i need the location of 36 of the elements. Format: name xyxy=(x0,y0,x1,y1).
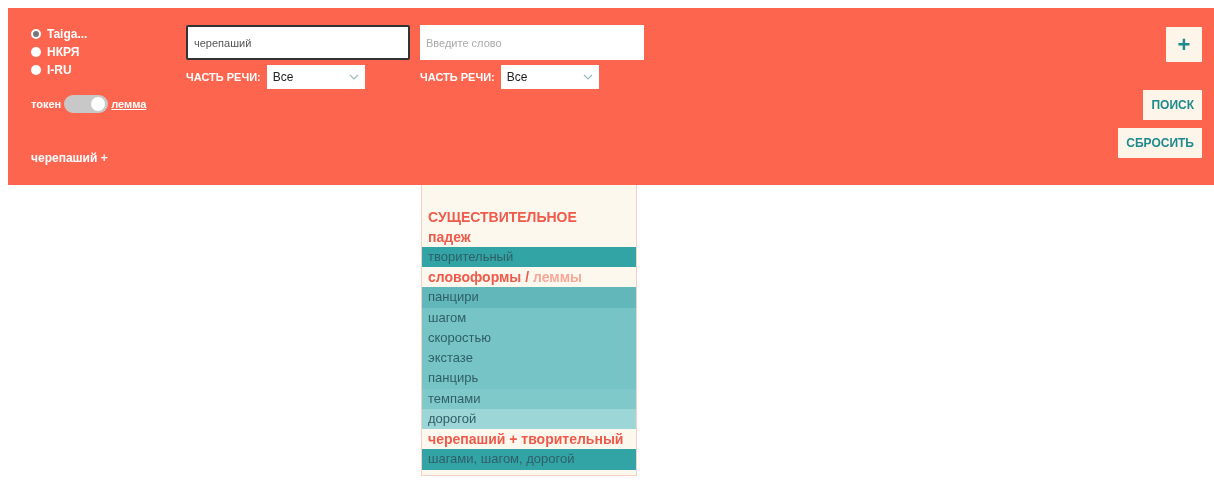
reset-button[interactable]: СБРОСИТЬ xyxy=(1118,128,1202,158)
section-heading: черепаший + творительный xyxy=(427,430,625,450)
toggle-label: токен xyxy=(31,98,62,110)
case-item[interactable]: творительный xyxy=(422,247,636,268)
add-button[interactable]: + xyxy=(1166,27,1202,62)
wordform-item[interactable]: экстазе xyxy=(422,348,636,369)
toggle-label[interactable]: лемма xyxy=(111,98,147,110)
chevron-down-icon xyxy=(582,74,593,80)
chevron-down-icon xyxy=(348,74,359,80)
pos-heading: СУЩЕСТВИТЕЛЬНОЕ xyxy=(427,208,578,227)
radio-label[interactable]: Taiga... xyxy=(47,27,88,41)
radio-button[interactable] xyxy=(31,29,41,39)
radio-button[interactable] xyxy=(31,47,41,57)
wordform-item[interactable]: дорогой xyxy=(422,409,636,430)
word-input-field[interactable]: черепаший xyxy=(186,25,410,60)
query-summary: черепаший + xyxy=(31,151,109,165)
radio-label[interactable]: НКРЯ xyxy=(47,45,80,59)
wordform-item[interactable]: панцири xyxy=(422,287,636,308)
separator: / xyxy=(525,269,530,286)
word-input-field[interactable]: Введите слово xyxy=(420,25,644,60)
radio-button[interactable] xyxy=(31,65,41,75)
pos-dropdown[interactable]: Все xyxy=(500,65,599,89)
toggle-knob[interactable] xyxy=(91,97,106,111)
wordform-item[interactable]: темпами xyxy=(422,388,636,410)
combination-item[interactable]: шагами, шагом, дорогой xyxy=(422,449,636,470)
wordform-item[interactable]: панцирь xyxy=(422,368,636,389)
wordform-item[interactable]: шагом xyxy=(422,307,636,328)
radio-label[interactable]: I-RU xyxy=(47,63,72,77)
wordform-item[interactable]: скоростью xyxy=(422,327,636,349)
pos-dropdown[interactable]: Все xyxy=(266,65,365,89)
section-heading: падеж xyxy=(427,228,472,247)
search-button[interactable]: ПОИСК xyxy=(1143,90,1202,120)
wordforms-tab[interactable]: словоформы xyxy=(428,269,522,286)
pos-label: ЧАСТЬ РЕЧИ: xyxy=(420,71,495,83)
pos-label: ЧАСТЬ РЕЧИ: xyxy=(186,71,261,83)
toggle-switch[interactable] xyxy=(64,95,109,113)
